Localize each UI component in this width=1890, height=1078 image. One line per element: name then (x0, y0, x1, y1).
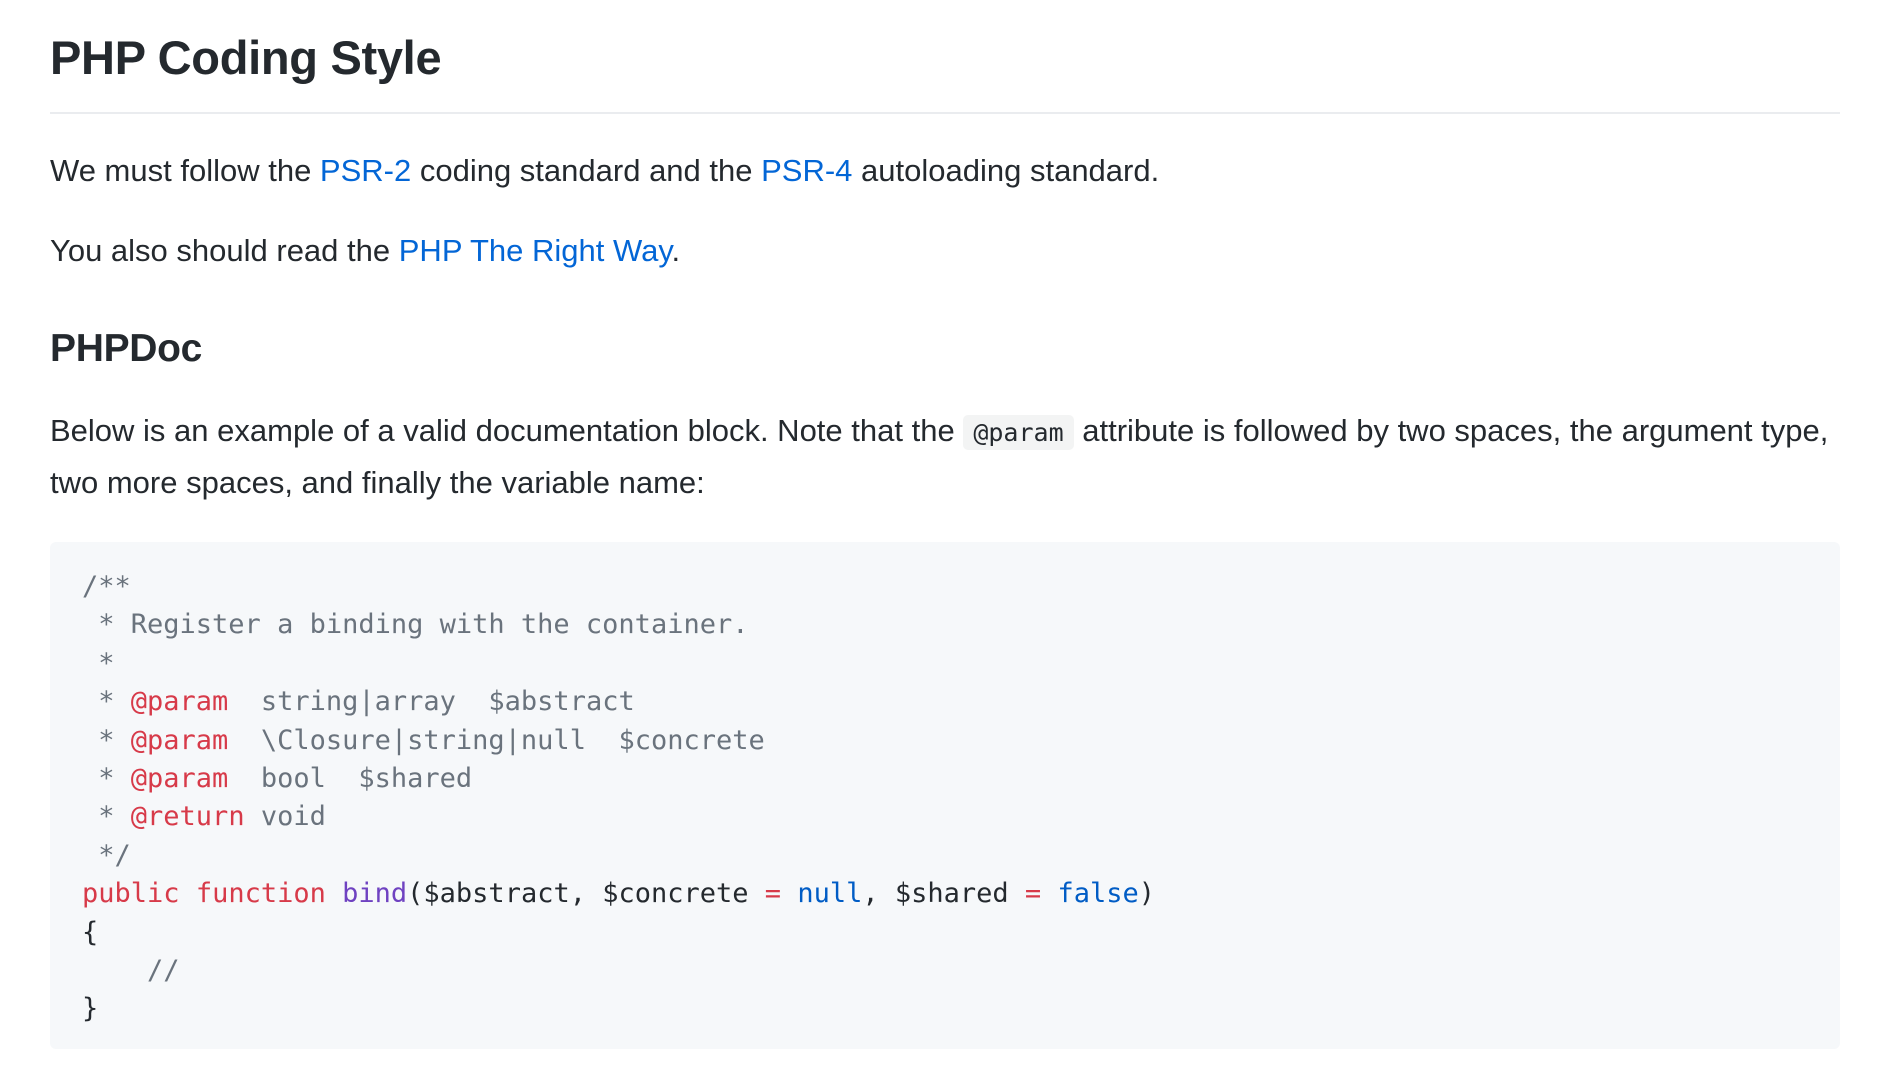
paragraph-reading: You also should read the PHP The Right W… (50, 226, 1840, 276)
code-token: null (797, 878, 863, 910)
paragraph-text: We must follow the (50, 153, 320, 188)
code-line: * (82, 647, 115, 679)
paragraph-phpdoc: Below is an example of a valid documenta… (50, 406, 1840, 508)
paragraph-text: . (671, 233, 681, 268)
paragraph-text: coding standard and the (411, 153, 762, 188)
code-line: /** (82, 571, 131, 602)
paragraph-standards: We must follow the PSR-2 coding standard… (50, 146, 1840, 196)
code-token: public (82, 878, 180, 910)
code-token: @return (130, 801, 245, 833)
page-title: PHP Coding Style (50, 22, 1840, 114)
code-token: false (1057, 878, 1139, 910)
code-token: function (195, 878, 326, 910)
code-line: * @param string|array $abstract (82, 683, 1808, 721)
inline-code-param: @param (963, 415, 1074, 450)
paragraph-text: You also should read the (50, 233, 399, 268)
code-line: { (82, 916, 99, 948)
code-token: ($abstract, $concrete (407, 878, 765, 910)
code-line: * @param \Closure|string|null $concrete (82, 722, 1808, 760)
code-line: * Register a binding with the container. (82, 609, 749, 641)
code-token: bool $shared (228, 763, 473, 795)
code-line: public function bind($abstract, $concret… (82, 875, 1808, 913)
section-heading-phpdoc: PHPDoc (50, 327, 203, 370)
code-line: } (82, 993, 99, 1025)
code-token: * (82, 686, 131, 718)
code-line: */ (82, 839, 131, 871)
code-token: bind (342, 878, 408, 910)
code-token: * (82, 724, 131, 756)
code-token: , $shared (862, 878, 1025, 910)
paragraph-text: Below is an example of a valid documenta… (50, 413, 964, 448)
code-token: * (82, 763, 131, 795)
code-token: @param (130, 686, 229, 718)
code-token: ) (1138, 878, 1155, 910)
markdown-document: PHP Coding Style We must follow the PSR-… (50, 0, 1840, 1049)
code-token: = (1024, 878, 1042, 910)
code-token: string|array $abstract (228, 686, 635, 718)
php-the-right-way-link[interactable]: PHP The Right Way (399, 233, 672, 268)
code-token: void (244, 801, 326, 833)
code-block: /** * Register a binding with the contai… (50, 542, 1840, 1049)
paragraph-text: autoloading standard. (852, 153, 1160, 188)
code-line: // (82, 955, 180, 987)
code-token: @param (130, 763, 229, 795)
code-token: \Closure|string|null $concrete (228, 724, 765, 756)
code-line: * @return void (82, 798, 1808, 836)
code-line: * @param bool $shared (82, 760, 1808, 798)
code-token: @param (130, 724, 229, 756)
code-token: = (764, 878, 782, 910)
code-token: * (82, 801, 131, 833)
psr2-link[interactable]: PSR-2 (320, 153, 411, 188)
psr4-link[interactable]: PSR-4 (761, 153, 852, 188)
